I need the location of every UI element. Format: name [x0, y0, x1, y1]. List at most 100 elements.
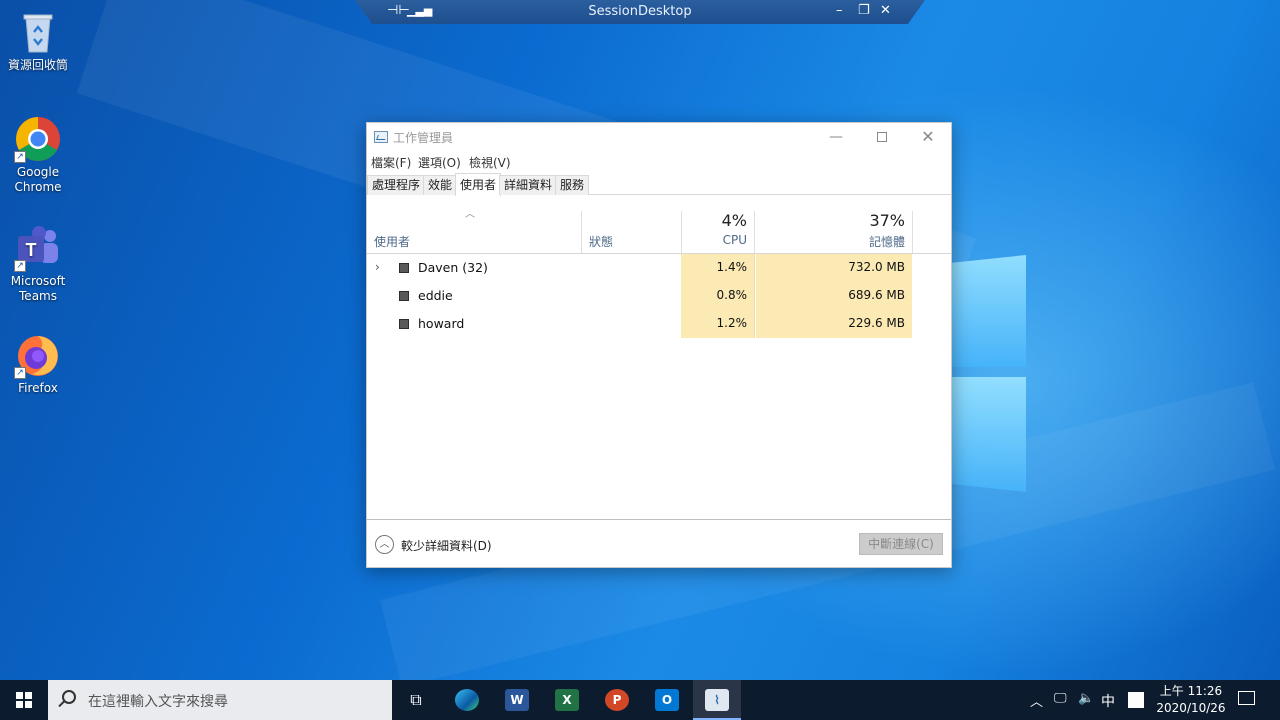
network-icon[interactable]: 🖵 [1054, 691, 1067, 706]
column-divider[interactable] [754, 211, 755, 253]
table-row[interactable]: › Daven (32) 1.4% 732.0 MB [367, 254, 951, 282]
close-button[interactable]: ✕ [905, 123, 951, 151]
taskbar-task-manager[interactable]: ⌇ [693, 680, 741, 720]
cpu-value: 1.4% [716, 260, 748, 274]
notification-icon[interactable] [1238, 691, 1255, 705]
user-icon [399, 319, 409, 329]
taskbar-search-box[interactable]: 在這裡輸入文字來搜尋 [48, 680, 392, 720]
column-divider[interactable] [912, 211, 913, 253]
remote-session-bar: ⊣⊢ ▁▃▅ SessionDesktop – ❐ ✕ [355, 0, 925, 24]
users-table: ︿ 使用者 狀態 4% CPU 37% 記憶體 › Daven (32) 1.4… [367, 195, 951, 520]
windows-logo-icon [16, 692, 32, 708]
column-header-user[interactable]: 使用者 [374, 233, 410, 250]
cpu-value: 1.2% [716, 316, 748, 330]
chevron-right-icon[interactable]: › [375, 260, 380, 274]
desktop-icon-chrome[interactable]: ↗ Google Chrome [0, 115, 76, 195]
column-divider[interactable] [681, 211, 682, 253]
cpu-value: 0.8% [716, 288, 748, 302]
column-header-memory[interactable]: 記憶體 [757, 233, 905, 250]
window-title: 工作管理員 [393, 131, 454, 145]
word-icon: W [505, 689, 529, 711]
taskbar: 在這裡輸入文字來搜尋 ⧉ W X P O ⌇ ︿ 🖵 🔈 中 上午 11:26 … [0, 680, 1280, 720]
clock-date: 2020/10/26 [1156, 701, 1226, 715]
chevron-up-icon[interactable]: ︿ [375, 535, 394, 554]
start-button[interactable] [0, 680, 48, 720]
user-name: Daven (32) [418, 260, 488, 275]
desktop-icon-label: Microsoft Teams [10, 274, 66, 303]
edge-icon [455, 689, 479, 711]
user-icon [399, 263, 409, 273]
menu-bar: 檔案(F) 選項(O) 檢視(V) [367, 151, 951, 171]
cpu-total-percent: 4% [721, 211, 747, 230]
desktop-icon-label: Google Chrome [14, 165, 62, 194]
tab-performance[interactable]: 效能 [423, 175, 458, 195]
speaker-icon[interactable]: 🔈 [1078, 691, 1094, 706]
excel-icon: X [555, 689, 579, 711]
system-clock[interactable]: 上午 11:26 2020/10/26 [1152, 683, 1230, 717]
svg-text:T: T [26, 240, 37, 260]
window-footer: ︿ 較少詳細資料(D) 中斷連線(C) [367, 519, 951, 569]
chevron-up-icon[interactable]: ︿ [1030, 691, 1043, 710]
desktop-icon-label: Firefox [18, 381, 58, 395]
clock-time: 上午 11:26 [1159, 684, 1223, 698]
ime-indicator[interactable]: 中 [1101, 691, 1115, 711]
tab-details[interactable]: 詳細資料 [499, 175, 558, 195]
menu-view[interactable]: 檢視(V) [469, 154, 511, 171]
sort-ascending-icon: ︿ [465, 209, 475, 220]
menu-file[interactable]: 檔案(F) [371, 154, 411, 171]
taskbar-outlook[interactable]: O [643, 680, 691, 720]
shortcut-arrow-icon: ↗ [14, 367, 26, 379]
memory-value: 229.6 MB [848, 316, 905, 330]
column-header-cpu[interactable]: CPU [683, 233, 747, 247]
tab-users[interactable]: 使用者 [455, 173, 502, 196]
user-icon [399, 291, 409, 301]
search-icon [62, 690, 76, 704]
taskbar-powerpoint[interactable]: P [593, 680, 641, 720]
shortcut-arrow-icon: ↗ [14, 151, 26, 163]
tab-services[interactable]: 服務 [555, 175, 590, 195]
minimize-button[interactable]: — [813, 123, 859, 151]
task-manager-icon: ⌇ [705, 689, 729, 711]
maximize-button[interactable] [859, 123, 905, 151]
table-row[interactable]: eddie 0.8% 689.6 MB [367, 282, 951, 310]
outlook-icon: O [655, 689, 679, 711]
memory-total-percent: 37% [869, 211, 905, 230]
disconnect-button[interactable]: 中斷連線(C) [859, 533, 943, 555]
taskbar-excel[interactable]: X [543, 680, 591, 720]
powerpoint-icon: P [605, 689, 629, 711]
windows-wallpaper-logo [940, 255, 1028, 493]
teams-icon: T ↗ [14, 224, 62, 272]
restore-icon[interactable]: ❐ [858, 3, 870, 19]
tab-processes[interactable]: 處理程序 [367, 175, 426, 195]
memory-value: 689.6 MB [848, 288, 905, 302]
maximize-icon [877, 132, 887, 142]
taskbar-word[interactable]: W [493, 680, 541, 720]
menu-options[interactable]: 選項(O) [418, 154, 461, 171]
task-view-icon: ⧉ [410, 690, 422, 709]
table-header: ︿ 使用者 狀態 4% CPU 37% 記憶體 [367, 195, 951, 254]
fewer-details-link[interactable]: 較少詳細資料(D) [401, 537, 492, 554]
close-icon[interactable]: ✕ [880, 3, 891, 19]
desktop-icon-label: 資源回收筒 [7, 58, 68, 72]
chrome-icon: ↗ [14, 115, 62, 163]
column-header-status[interactable]: 狀態 [589, 233, 613, 250]
taskbar-edge[interactable] [443, 680, 491, 720]
taskbar-task-view[interactable]: ⧉ [392, 680, 440, 720]
tab-bar: 處理程序 效能 使用者 詳細資料 服務 [367, 173, 951, 196]
shortcut-arrow-icon: ↗ [14, 260, 26, 272]
task-manager-window: 工作管理員 — ✕ 檔案(F) 選項(O) 檢視(V) 處理程序 效能 使用者 … [366, 122, 952, 568]
user-name: eddie [418, 288, 453, 303]
user-name: howard [418, 316, 465, 331]
minimize-icon[interactable]: – [836, 3, 843, 19]
column-divider[interactable] [581, 211, 582, 253]
memory-value: 732.0 MB [848, 260, 905, 274]
title-bar[interactable]: 工作管理員 — ✕ [367, 123, 951, 151]
desktop-icon-teams[interactable]: T ↗ Microsoft Teams [0, 224, 76, 304]
firefox-icon: ↗ [14, 331, 62, 379]
task-manager-icon [374, 131, 388, 143]
ime-mode-icon[interactable] [1128, 692, 1144, 708]
search-placeholder: 在這裡輸入文字來搜尋 [88, 694, 228, 710]
table-row[interactable]: howard 1.2% 229.6 MB [367, 310, 951, 338]
desktop-icon-recycle-bin[interactable]: 資源回收筒 [0, 8, 76, 73]
desktop-icon-firefox[interactable]: ↗ Firefox [0, 331, 76, 396]
